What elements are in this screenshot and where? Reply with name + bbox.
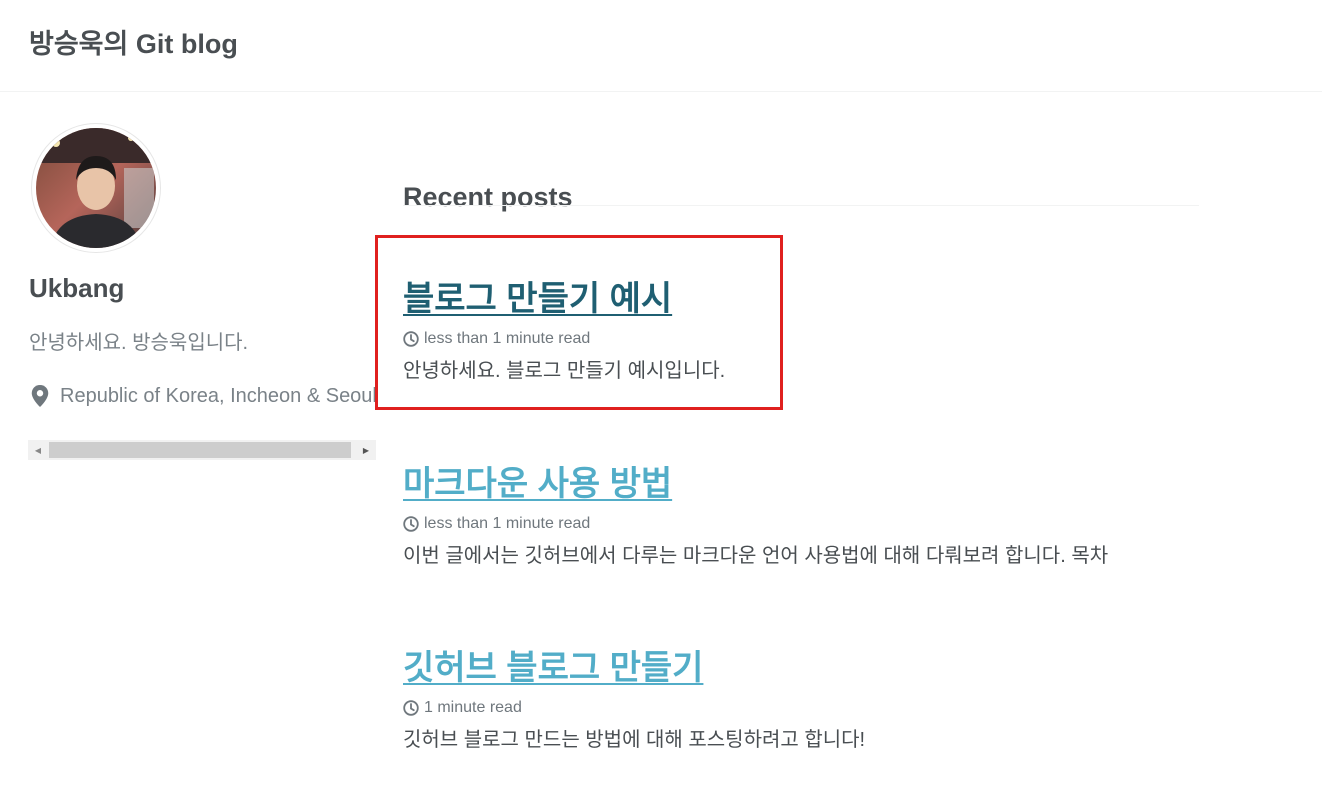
read-time: 1 minute read — [424, 699, 522, 716]
post-item: 깃허브 블로그 만들기 1 minute read 깃허브 블로그 만드는 방법… — [403, 646, 1223, 752]
avatar — [31, 123, 161, 253]
post-title-link[interactable]: 깃허브 블로그 만들기 — [403, 646, 703, 690]
horizontal-scrollbar[interactable]: ◀ ▶ — [28, 440, 376, 460]
author-bio: 안녕하세요. 방승욱입니다. — [29, 332, 249, 354]
arrow-left-icon[interactable]: ◀ — [28, 440, 48, 460]
post-meta: 1 minute read — [403, 698, 1223, 718]
author-photo — [36, 128, 156, 248]
post-item: 마크다운 사용 방법 less than 1 minute read 이번 글에… — [403, 462, 1223, 568]
author-location: Republic of Korea, Incheon & Seoul — [29, 384, 376, 408]
location-text: Republic of Korea, Incheon & Seoul — [60, 384, 376, 407]
read-time: less than 1 minute read — [424, 515, 591, 532]
masthead: 방승욱의 Git blog — [0, 0, 1322, 92]
highlight-box — [375, 235, 783, 410]
section-divider — [403, 205, 1199, 206]
post-excerpt: 이번 글에서는 깃허브에서 다루는 마크다운 언어 사용법에 대해 다뤄보려 합… — [403, 545, 1109, 567]
map-marker-icon — [31, 385, 49, 407]
site-title[interactable]: 방승욱의 Git blog — [29, 22, 238, 61]
section-title: Recent posts — [403, 182, 573, 213]
clock-icon — [403, 516, 419, 532]
post-meta: less than 1 minute read — [403, 514, 1223, 534]
scrollbar-thumb[interactable] — [49, 442, 351, 458]
post-title-link[interactable]: 마크다운 사용 방법 — [403, 462, 672, 506]
arrow-right-icon[interactable]: ▶ — [356, 440, 376, 460]
author-name: Ukbang — [29, 273, 125, 303]
post-excerpt: 깃허브 블로그 만드는 방법에 대해 포스팅하려고 합니다! — [403, 729, 866, 751]
clock-icon — [403, 700, 419, 716]
